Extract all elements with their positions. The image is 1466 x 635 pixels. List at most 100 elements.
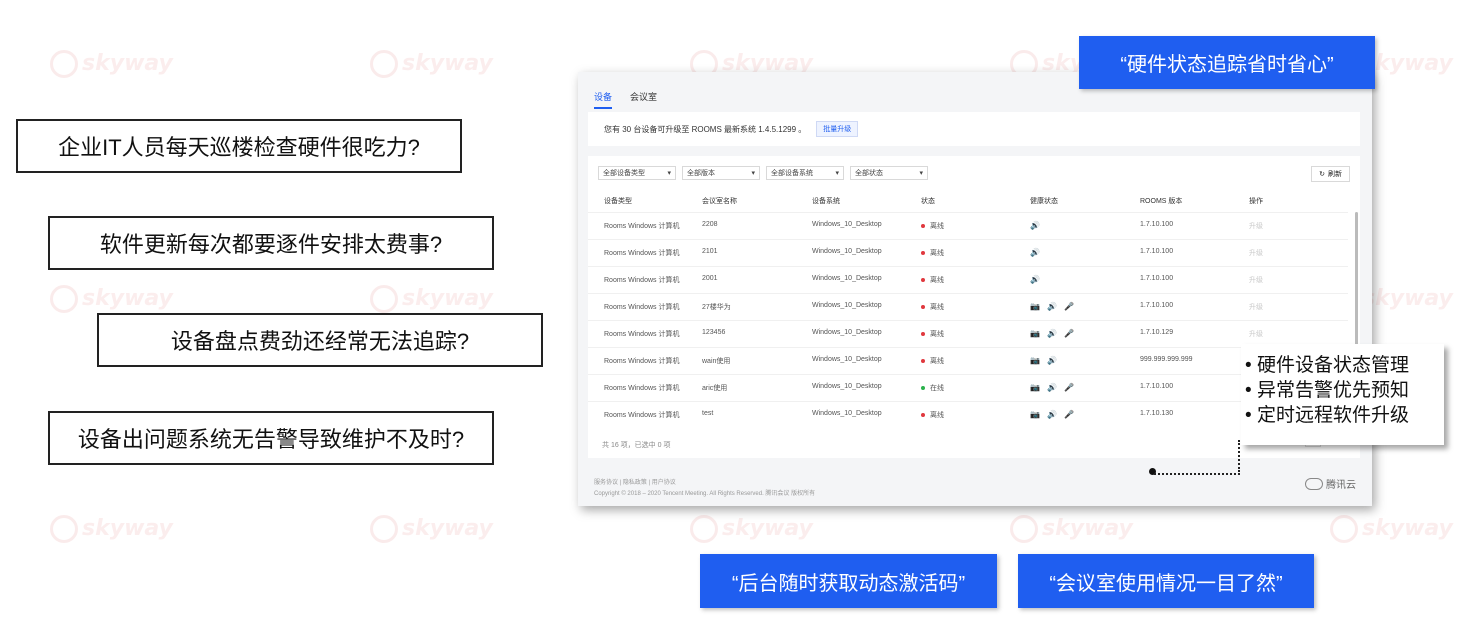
tab-devices[interactable]: 设备 — [594, 90, 613, 109]
device-type-cell: Rooms Windows 计算机 — [604, 385, 680, 392]
filter-status[interactable]: 全部状态 ▾ — [850, 166, 928, 180]
status-text: 离线 — [930, 412, 944, 419]
status-cell: 离线 — [921, 221, 944, 231]
camera-icon: 📷 — [1030, 329, 1040, 338]
table-row[interactable]: Rooms Windows 计算机 2101 Windows_10_Desktop 离… — [588, 239, 1348, 267]
device-os-cell: Windows_10_Desktop — [812, 356, 882, 363]
room-name-cell: 27楼华为 — [702, 304, 731, 311]
upgrade-button[interactable]: 升级 — [1249, 221, 1263, 231]
rooms-version-cell: 999.999.999.999 — [1140, 356, 1193, 363]
speaker-icon: 🔊 — [1046, 383, 1057, 392]
chevron-down-icon: ▾ — [751, 170, 755, 177]
tab-meeting-rooms[interactable]: 会议室 — [630, 90, 657, 109]
column-header: 设备系统 — [812, 198, 840, 205]
device-type-cell: Rooms Windows 计算机 — [604, 304, 680, 311]
watermark-logo-icon — [370, 515, 398, 543]
room-name-cell: 2208 — [702, 221, 718, 228]
health-cell: 🔊 — [1030, 221, 1047, 230]
question-box-2: 软件更新每次都要逐件安排太费事? — [48, 216, 494, 270]
refresh-button[interactable]: ↻ 刷新 — [1311, 166, 1350, 182]
upgrade-button[interactable]: 升级 — [1249, 302, 1263, 312]
upgrade-button[interactable]: 升级 — [1249, 329, 1263, 339]
status-text: 离线 — [930, 331, 944, 338]
column-header: 会议室名称 — [702, 198, 737, 205]
status-dot-icon — [921, 359, 925, 364]
column-header: 操作 — [1249, 198, 1263, 205]
brand-logo: 腾讯云 — [1305, 476, 1356, 491]
device-os-cell: Windows_10_Desktop — [812, 248, 882, 255]
camera-icon: 📷 — [1030, 383, 1040, 392]
filter-device-os[interactable]: 全部设备系统 ▾ — [766, 166, 844, 180]
filter-device-type[interactable]: 全部设备类型 ▾ — [598, 166, 676, 180]
feature-list: 硬件设备状态管理 异常告警优先预知 定时远程软件升级 — [1241, 344, 1444, 445]
rooms-version-cell: 1.7.10.100 — [1140, 383, 1174, 390]
rooms-version-cell: 1.7.10.100 — [1140, 221, 1174, 228]
upgrade-notice-text: 您有 30 台设备可升级至 ROOMS 最新系统 1.4.5.1299 。 — [604, 124, 807, 134]
watermark-logo-icon — [50, 515, 78, 543]
table-row[interactable]: Rooms Windows 计算机 test Windows_10_Desktop 离… — [588, 401, 1348, 429]
filter-bar: 全部设备类型 ▾ 全部版本 ▾ 全部设备系统 ▾ 全部状态 ▾ — [598, 166, 928, 180]
table-row[interactable]: Rooms Windows 计算机 27楼华为 Windows_10_Desktop… — [588, 293, 1348, 321]
device-os-cell: Windows_10_Desktop — [812, 221, 882, 228]
watermark-logo-icon — [50, 285, 78, 313]
speaker-icon: 🔊 — [1030, 221, 1040, 230]
health-cell: 📷 🔊 🎤 — [1030, 329, 1081, 338]
feature-item: 硬件设备状态管理 — [1245, 353, 1444, 378]
tag-bottom-left: “后台随时获取动态激活码” — [700, 554, 997, 608]
filter-version[interactable]: 全部版本 ▾ — [682, 166, 760, 180]
batch-upgrade-button[interactable]: 批量升级 — [816, 121, 859, 137]
cloud-icon — [1305, 477, 1323, 490]
speaker-icon: 🔊 — [1046, 302, 1057, 311]
device-os-cell: Windows_10_Desktop — [812, 302, 882, 309]
status-text: 离线 — [930, 304, 944, 311]
footer-links[interactable]: 服务协议 | 隐私政策 | 用户协议 — [594, 477, 676, 486]
status-dot-icon — [921, 332, 925, 337]
room-name-cell: 123456 — [702, 329, 726, 336]
feature-item: 异常告警优先预知 — [1245, 378, 1444, 403]
table-row[interactable]: Rooms Windows 计算机 2001 Windows_10_Desktop 离… — [588, 266, 1348, 294]
column-header: 设备类型 — [604, 198, 632, 205]
device-os-cell: Windows_10_Desktop — [812, 329, 882, 336]
watermark: skyway — [50, 50, 173, 78]
status-text: 离线 — [930, 250, 944, 257]
table-row[interactable]: Rooms Windows 计算机 aric使用 Windows_10_Deskto… — [588, 374, 1348, 402]
rooms-version-cell: 1.7.10.100 — [1140, 248, 1174, 255]
copyright: Copyright © 2018 – 2020 Tencent Meeting.… — [594, 491, 816, 497]
table-header: 设备类型 会议室名称 设备系统 状态 健康状态 ROOMS 版本 操作 — [588, 192, 1348, 208]
status-cell: 离线 — [921, 275, 944, 285]
health-cell: 📷 🔊 🎤 — [1030, 302, 1081, 311]
status-dot-icon — [921, 224, 925, 229]
health-cell: 📷 🔊 🎤 — [1030, 383, 1081, 392]
speaker-icon: 🔊 — [1046, 356, 1057, 365]
rooms-version-cell: 1.7.10.100 — [1140, 275, 1174, 282]
tab-bar: 设备 会议室 — [594, 90, 657, 109]
watermark-logo-icon — [370, 50, 398, 78]
upgrade-button[interactable]: 升级 — [1249, 248, 1263, 258]
watermark-logo-icon — [370, 285, 398, 313]
connector-line — [1154, 470, 1240, 475]
status-dot-icon — [921, 413, 925, 418]
speaker-icon: 🔊 — [1030, 275, 1040, 284]
room-name-cell: wain使用 — [702, 358, 731, 365]
table-row[interactable]: Rooms Windows 计算机 wain使用 Windows_10_Deskto… — [588, 347, 1348, 375]
status-dot-icon — [921, 278, 925, 283]
upgrade-button[interactable]: 升级 — [1249, 275, 1263, 285]
status-cell: 离线 — [921, 248, 944, 258]
watermark: skyway — [1010, 515, 1133, 543]
chevron-down-icon: ▾ — [835, 170, 839, 177]
watermark: skyway — [50, 515, 173, 543]
watermark: skyway — [370, 515, 493, 543]
camera-icon: 📷 — [1030, 410, 1040, 419]
status-cell: 离线 — [921, 410, 944, 420]
speaker-icon: 🔊 — [1030, 248, 1040, 257]
column-header: ROOMS 版本 — [1140, 198, 1183, 205]
watermark-logo-icon — [50, 50, 78, 78]
device-type-cell: Rooms Windows 计算机 — [604, 331, 680, 338]
device-os-cell: Windows_10_Desktop — [812, 383, 882, 390]
table-row[interactable]: Rooms Windows 计算机 123456 Windows_10_Deskto… — [588, 320, 1348, 348]
watermark-logo-icon — [690, 515, 718, 543]
table-row[interactable]: Rooms Windows 计算机 2208 Windows_10_Desktop 离… — [588, 212, 1348, 240]
upgrade-notice: 您有 30 台设备可升级至 ROOMS 最新系统 1.4.5.1299 。 批量… — [588, 112, 1360, 146]
room-name-cell: aric使用 — [702, 385, 728, 392]
speaker-icon: 🔊 — [1046, 329, 1057, 338]
